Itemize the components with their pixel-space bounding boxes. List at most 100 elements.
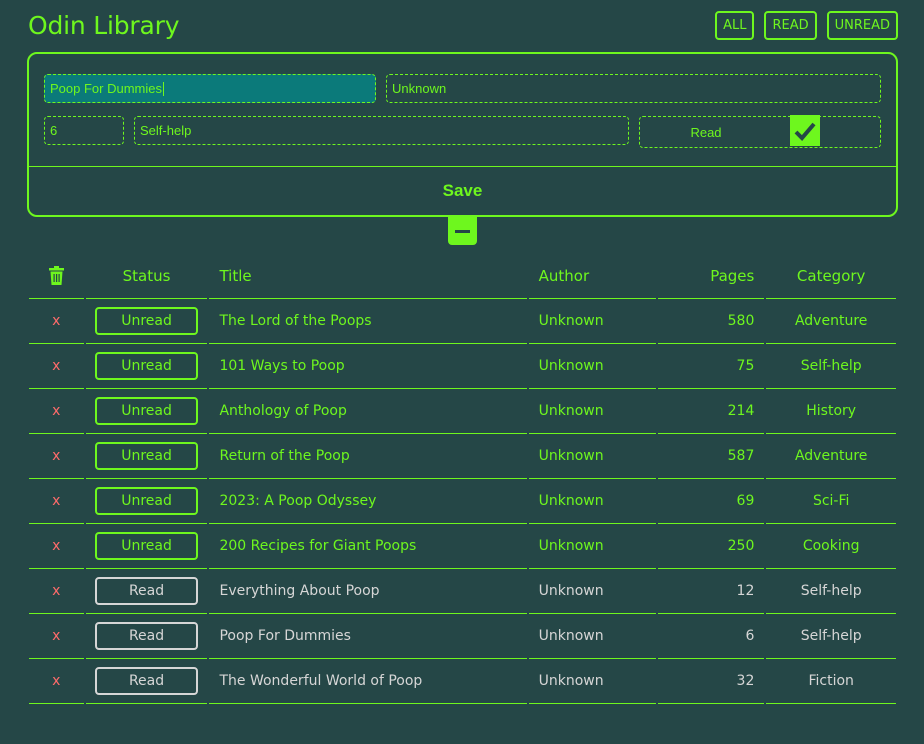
category-header[interactable]: Category (766, 253, 896, 299)
collapse-form-button[interactable] (448, 217, 477, 245)
title-cell: The Lord of the Poops (209, 299, 527, 344)
author-header[interactable]: Author (528, 253, 657, 299)
category-cell: Cooking (766, 524, 896, 569)
delete-row-button[interactable]: x (52, 583, 60, 599)
table-row: x Unread Anthology of Poop Unknown 214 Histor… (29, 389, 896, 434)
author-cell: Unknown (528, 659, 657, 704)
pages-cell: 69 (658, 479, 765, 524)
status-toggle-button[interactable]: Read (95, 622, 199, 650)
author-cell: Unknown (528, 524, 657, 569)
text-caret (162, 81, 164, 96)
status-cell: Unread (85, 299, 208, 344)
delete-all-header (29, 253, 84, 299)
delete-row-button[interactable]: x (52, 538, 60, 554)
status-toggle-button[interactable]: Unread (95, 307, 199, 335)
category-cell: Self-help (766, 569, 896, 614)
table-header-row: Status Title Author Pages Category (29, 253, 896, 299)
title-cell: The Wonderful World of Poop (209, 659, 527, 704)
status-cell: Unread (85, 524, 208, 569)
delete-row-button[interactable]: x (52, 403, 60, 419)
pages-cell: 587 (658, 434, 765, 479)
delete-row-button[interactable]: x (52, 628, 60, 644)
pages-header[interactable]: Pages (658, 253, 765, 299)
author-cell: Unknown (528, 569, 657, 614)
filter-unread-button[interactable]: UNREAD (826, 11, 898, 40)
pages-cell: 12 (658, 569, 765, 614)
category-cell: Self-help (766, 614, 896, 659)
delete-row-button[interactable]: x (52, 448, 60, 464)
status-toggle-button[interactable]: Read (95, 577, 199, 605)
table-row: x Unread 101 Ways to Poop Unknown 75 Self-hel… (29, 344, 896, 389)
title-header[interactable]: Title (209, 253, 527, 299)
trash-icon[interactable] (48, 266, 64, 285)
status-toggle-button[interactable]: Read (95, 667, 199, 695)
pages-input-value: 6 (50, 123, 58, 138)
pages-input[interactable]: 6 (44, 116, 124, 145)
delete-row-button[interactable]: x (52, 358, 60, 374)
author-cell: Unknown (528, 479, 657, 524)
category-cell: History (766, 389, 896, 434)
delete-cell: x (29, 479, 84, 524)
header: Odin Library ALL READ UNREAD (28, 10, 898, 42)
delete-cell: x (29, 344, 84, 389)
pages-cell: 75 (658, 344, 765, 389)
category-input[interactable]: Self-help (134, 116, 629, 145)
delete-cell: x (29, 389, 84, 434)
status-cell: Read (85, 569, 208, 614)
author-cell: Unknown (528, 389, 657, 434)
title-cell: Return of the Poop (209, 434, 527, 479)
delete-cell: x (29, 614, 84, 659)
delete-row-button[interactable]: x (52, 673, 60, 689)
books-table: Status Title Author Pages Category x Unre… (27, 253, 898, 704)
delete-cell: x (29, 524, 84, 569)
status-cell: Read (85, 659, 208, 704)
status-cell: Unread (85, 389, 208, 434)
status-header[interactable]: Status (85, 253, 208, 299)
table-row: x Unread The Lord of the Poops Unknown 580 Ad… (29, 299, 896, 344)
category-cell: Self-help (766, 344, 896, 389)
read-toggle-label: Read (690, 124, 722, 140)
title-input-value: Poop For Dummies (50, 81, 162, 96)
category-input-value: Self-help (140, 123, 192, 138)
status-cell: Unread (85, 479, 208, 524)
status-cell: Unread (85, 434, 208, 479)
title-input[interactable]: Poop For Dummies (44, 74, 376, 103)
table-row: x Unread Return of the Poop Unknown 587 Adven… (29, 434, 896, 479)
table-row: x Unread 2023: A Poop Odyssey Unknown 69 Sci-… (29, 479, 896, 524)
delete-cell: x (29, 434, 84, 479)
delete-row-button[interactable]: x (52, 313, 60, 329)
checkmark-icon (794, 122, 816, 141)
read-checkbox[interactable] (790, 115, 820, 146)
status-toggle-button[interactable]: Unread (95, 442, 199, 470)
author-cell: Unknown (528, 434, 657, 479)
title-cell: Everything About Poop (209, 569, 527, 614)
category-cell: Sci-Fi (766, 479, 896, 524)
pages-cell: 214 (658, 389, 765, 434)
title-cell: Poop For Dummies (209, 614, 527, 659)
add-book-form: Poop For Dummies Unknown 6 Self-help Rea… (27, 52, 898, 217)
title-cell: Anthology of Poop (209, 389, 527, 434)
category-cell: Fiction (766, 659, 896, 704)
table-row: x Unread 200 Recipes for Giant Poops Unknow… (29, 524, 896, 569)
status-toggle-button[interactable]: Unread (95, 352, 199, 380)
author-input-value: Unknown (392, 81, 447, 96)
status-toggle-button[interactable]: Unread (95, 487, 199, 515)
status-toggle-button[interactable]: Unread (95, 397, 199, 425)
table-row: x Read Everything About Poop Unknown 12 Self-… (29, 569, 896, 614)
status-cell: Read (85, 614, 208, 659)
minus-icon (455, 229, 470, 233)
filter-all-button[interactable]: ALL (715, 11, 755, 40)
delete-cell: x (29, 299, 84, 344)
delete-cell: x (29, 659, 84, 704)
author-input[interactable]: Unknown (386, 74, 881, 103)
status-cell: Unread (85, 344, 208, 389)
filter-group: ALL READ UNREAD (715, 11, 898, 40)
author-cell: Unknown (528, 299, 657, 344)
title-cell: 101 Ways to Poop (209, 344, 527, 389)
status-toggle-button[interactable]: Unread (95, 532, 199, 560)
read-toggle-field[interactable]: Read (639, 115, 881, 148)
delete-row-button[interactable]: x (52, 493, 60, 509)
filter-read-button[interactable]: READ (764, 11, 817, 40)
title-cell: 200 Recipes for Giant Poops (209, 524, 527, 569)
save-button[interactable]: Save (29, 167, 896, 215)
